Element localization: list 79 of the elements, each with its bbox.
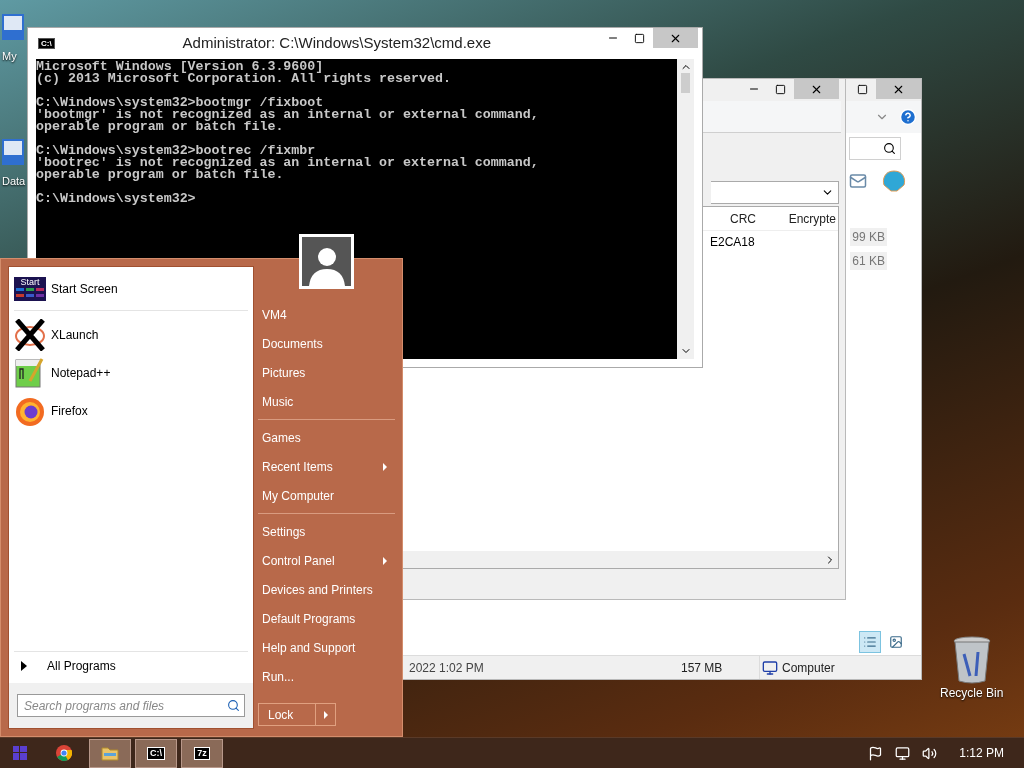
search-field[interactable] <box>849 137 901 160</box>
console-line: C:\Windows\system32> <box>36 193 197 205</box>
network-icon[interactable] <box>895 745 911 761</box>
taskbar-button[interactable] <box>89 738 131 768</box>
table-cell-text: E2CA18 <box>709 234 756 251</box>
vertical-scrollbar[interactable] <box>677 59 694 359</box>
taskbar-button[interactable]: 7z <box>181 738 223 768</box>
menu-item[interactable]: Devices and Printers <box>258 575 395 604</box>
maximize-icon <box>857 83 868 95</box>
windows-logo-icon <box>13 746 27 760</box>
status-text: 2022 1:02 PM <box>408 659 485 677</box>
menu-item[interactable]: Default Programs <box>258 604 395 633</box>
menu-item[interactable]: XLaunch <box>14 316 248 354</box>
menu-item[interactable]: Firefox <box>14 392 248 430</box>
desktop-icon-label[interactable]: Data <box>2 172 26 189</box>
firefox-icon <box>14 395 46 427</box>
taskbar-button[interactable]: C:\ <box>135 738 177 768</box>
lock-options-button[interactable] <box>316 703 336 726</box>
column-header[interactable]: CRC <box>710 209 776 228</box>
console-line: 'bootrec' is not recognized as an internal or external command, <box>36 157 540 169</box>
scrollbar-thumb[interactable] <box>681 73 690 93</box>
image-icon <box>889 635 903 649</box>
table-cell: 61 KB <box>850 252 887 270</box>
table-cell: 99 KB <box>850 228 887 246</box>
console-line: Microsoft Windows [Version 6.3.9600] <box>36 61 324 73</box>
envelope-icon[interactable] <box>849 172 867 190</box>
menu-item[interactable]: Help and Support <box>258 633 395 662</box>
shell-icon[interactable] <box>881 169 907 193</box>
status-text: Computer <box>782 659 835 677</box>
console-line: C:\Windows\system32>bootrec /fixmbr <box>36 145 316 157</box>
column-header[interactable]: Encrypte <box>776 209 838 228</box>
menu-item[interactable]: Notepad++ <box>14 354 248 392</box>
user-picture[interactable] <box>299 234 354 289</box>
terminal-icon: C:\ <box>147 746 165 760</box>
menu-item[interactable]: Documents <box>258 329 395 358</box>
recycle-bin-icon <box>951 636 992 684</box>
maximize-icon <box>775 83 786 95</box>
archive-icon: 7z <box>194 746 210 760</box>
all-programs-button[interactable]: All Programs <box>9 652 253 680</box>
action-center-flag-icon[interactable] <box>868 745 884 761</box>
notepad-icon <box>14 357 46 389</box>
menu-item[interactable]: Run... <box>258 662 395 691</box>
console-icon: C:\ <box>38 38 55 49</box>
menu-item[interactable]: Pictures <box>258 358 395 387</box>
path-combobox[interactable] <box>711 181 839 204</box>
menu-item[interactable]: Control Panel <box>258 546 395 575</box>
menu-item[interactable]: Start Start Screen <box>14 273 248 305</box>
folder-icon <box>101 745 119 761</box>
clock[interactable]: 1:12 PM <box>949 744 1004 762</box>
console-line: operable program or batch file. <box>36 169 285 181</box>
status-text: 157 MB <box>680 659 724 677</box>
menu-item[interactable]: Recent Items <box>258 452 395 481</box>
console-line: C:\Windows\system32>bootmgr /fixboot <box>36 97 324 109</box>
browser-icon <box>56 745 72 761</box>
console-line: operable program or batch file. <box>36 121 285 133</box>
details-view-button[interactable] <box>859 631 881 653</box>
console-line: 'bootmgr' is not recognized as an internal or external command, <box>36 109 540 121</box>
help-icon[interactable] <box>899 108 917 126</box>
lock-button[interactable]: Lock <box>258 703 316 726</box>
menu-item[interactable]: Music <box>258 387 395 416</box>
volume-icon[interactable] <box>922 745 938 761</box>
desktop-icon-label[interactable]: My <box>2 48 17 65</box>
triangle-icon <box>21 661 27 671</box>
maximize-icon <box>634 32 645 44</box>
search-icon <box>227 699 240 712</box>
search-field[interactable]: Search programs and files <box>17 694 245 717</box>
x-logo-icon <box>14 319 46 351</box>
menu-item[interactable]: Settings <box>258 517 395 546</box>
computer-icon <box>762 659 778 676</box>
console-line: (c) 2013 Microsoft Corporation. All rights reserved. <box>36 73 452 85</box>
list-icon <box>863 635 877 649</box>
menu-item[interactable]: My Computer <box>258 481 395 510</box>
menu-item[interactable]: Games <box>258 423 395 452</box>
menu-item[interactable]: VM4 <box>258 300 395 329</box>
start-screen-icon: Start <box>14 277 46 301</box>
window-title: Administrator: C:\Windows\System32\cmd.exe <box>181 33 493 54</box>
search-icon <box>883 142 896 155</box>
arrow-icon <box>323 710 328 719</box>
desktop-icon-label[interactable]: Recycle Bin <box>940 684 1004 702</box>
